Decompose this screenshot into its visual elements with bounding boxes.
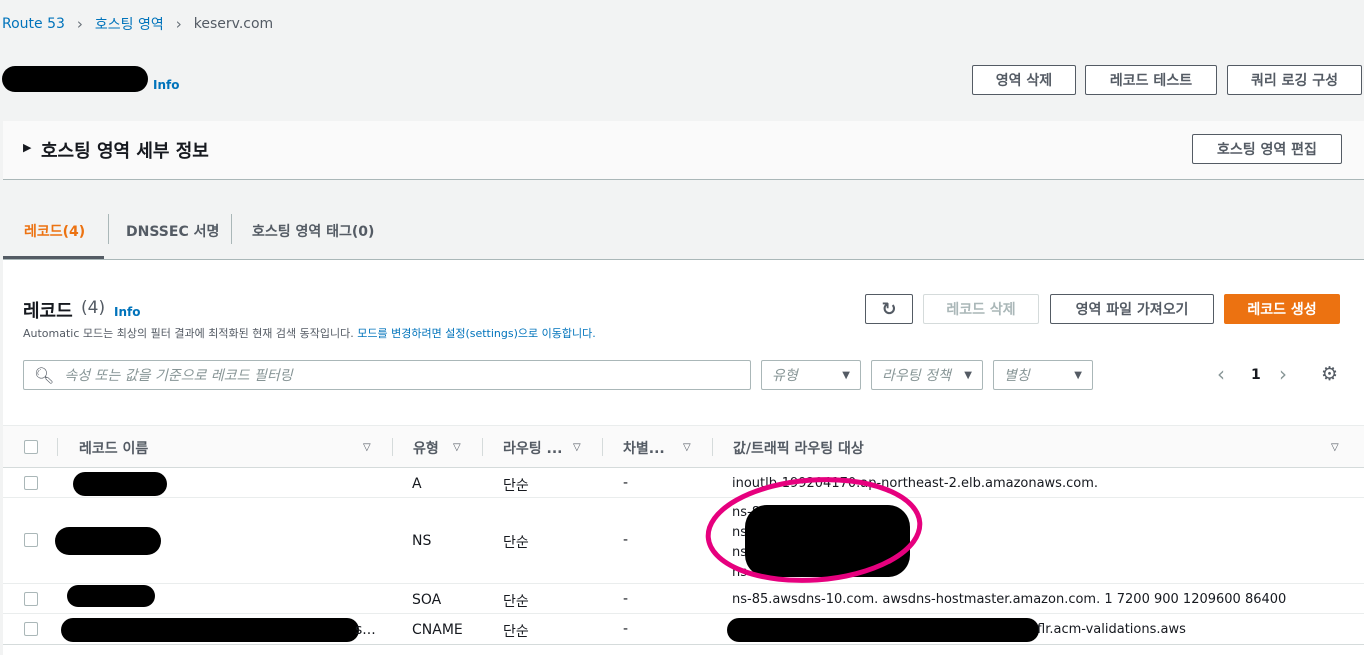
column-divider (482, 438, 483, 456)
tab-divider (108, 214, 109, 244)
column-divider (602, 438, 603, 456)
record-routing: 단순 (503, 594, 529, 610)
breadcrumb-hosted-zones[interactable]: 호스팅 영역 (95, 14, 164, 34)
settings-link[interactable]: 모드를 변경하려면 설정(settings)으로 이동합니다. (357, 327, 595, 340)
records-title: 레코드 (23, 301, 73, 322)
record-routing: 단순 (503, 535, 529, 551)
column-header-name[interactable]: 레코드 이름 (79, 438, 148, 458)
row-checkbox[interactable] (24, 622, 38, 636)
records-panel: 레코드 (4) Info Automatic 모드는 최상의 필터 결과에 최적… (3, 260, 1364, 655)
chevron-right-icon: › (76, 15, 83, 33)
record-name-suffix: s... (355, 622, 376, 638)
record-type: CNAME (412, 622, 463, 638)
table-row[interactable]: SOA 단순 - ns-85.awsdns-10.com. awsdns-hos… (3, 585, 1364, 614)
record-name-redacted (55, 527, 161, 555)
records-description: Automatic 모드는 최상의 필터 결과에 최적화된 현재 검색 동작입니… (23, 325, 596, 341)
hosted-zone-details-panel: ▶ 호스팅 영역 세부 정보 호스팅 영역 편집 (3, 121, 1364, 180)
record-type: SOA (412, 592, 442, 608)
row-checkbox[interactable] (24, 533, 38, 547)
select-all-checkbox[interactable] (24, 440, 38, 454)
create-record-button[interactable]: 레코드 생성 (1224, 294, 1340, 324)
column-divider (712, 438, 713, 456)
tab-bar: 레코드(4) DNSSEC 서명 호스팅 영역 태그(0) (3, 180, 1364, 260)
row-checkbox[interactable] (24, 476, 38, 490)
breadcrumb: Route 53 › 호스팅 영역 › keserv.com (2, 14, 273, 34)
column-divider (392, 438, 393, 456)
record-value: ns-85.awsdns-10.com. awsdns-hostmaster.a… (732, 592, 1287, 607)
sort-caret-icon[interactable]: ▽ (1331, 442, 1339, 453)
annotation-circle (705, 477, 923, 583)
sort-caret-icon[interactable]: ▽ (363, 442, 371, 453)
table-row[interactable]: NS 단순 - ns-85 ns ns ns .org. (3, 499, 1364, 584)
tab-dnssec[interactable]: DNSSEC 서명 (126, 221, 219, 241)
records-description-text: Automatic 모드는 최상의 필터 결과에 최적화된 현재 검색 동작입니… (23, 327, 358, 340)
page-number[interactable]: 1 (1251, 367, 1261, 383)
records-info-link[interactable]: Info (114, 305, 140, 319)
breadcrumb-route53[interactable]: Route 53 (2, 16, 65, 32)
delete-zone-button[interactable]: 영역 삭제 (972, 65, 1076, 95)
caret-down-icon: ▼ (964, 369, 972, 381)
tab-tags[interactable]: 호스팅 영역 태그(0) (252, 221, 374, 241)
chevron-right-icon[interactable]: › (1279, 362, 1287, 386)
table-header: 레코드 이름 ▽ 유형 ▽ 라우팅 ... ▽ 차별... ▽ 값/트래픽 라우… (3, 425, 1364, 468)
record-routing: 단순 (503, 624, 529, 640)
sort-caret-icon[interactable]: ▽ (683, 442, 691, 453)
edit-hosted-zone-button[interactable]: 호스팅 영역 편집 (1192, 134, 1342, 164)
breadcrumb-current: keserv.com (193, 16, 274, 32)
alias-filter-label: 별칭 (1004, 368, 1030, 384)
records-count: (4) (81, 298, 106, 318)
routing-filter-select[interactable]: 라우팅 정책 ▼ (871, 360, 983, 390)
table-row[interactable]: A 단순 - inoutlb-199204170.ap-northeast-2.… (3, 468, 1364, 498)
tab-records[interactable]: 레코드(4) (24, 221, 85, 241)
record-diff: - (623, 591, 629, 607)
info-link[interactable]: Info (153, 78, 179, 92)
chevron-right-icon: › (175, 15, 182, 33)
caret-right-icon[interactable]: ▶ (23, 141, 31, 154)
row-checkbox[interactable] (24, 592, 38, 606)
record-routing: 단순 (503, 478, 529, 494)
type-filter-label: 유형 (772, 368, 798, 384)
search-input[interactable]: 🔍︎ 속성 또는 값을 기준으로 레코드 필터링 (23, 360, 751, 390)
tab-divider (231, 214, 232, 244)
record-value: flr.acm-validations.aws (1037, 622, 1186, 637)
page-title-redacted (2, 66, 148, 92)
import-zone-file-button[interactable]: 영역 파일 가져오기 (1050, 294, 1214, 324)
test-record-button[interactable]: 레코드 테스트 (1085, 65, 1217, 95)
refresh-button[interactable]: ↻ (865, 294, 913, 324)
record-diff: - (623, 621, 629, 637)
delete-record-button[interactable]: 레코드 삭제 (923, 294, 1039, 324)
column-header-type[interactable]: 유형 (413, 438, 439, 458)
record-type: A (412, 476, 422, 492)
record-name-redacted (67, 585, 155, 607)
refresh-icon: ↻ (881, 298, 897, 320)
table-row[interactable]: s... CNAME 단순 - flr.acm-validations.aws (3, 615, 1364, 645)
column-header-value[interactable]: 값/트래픽 라우팅 대상 (733, 438, 864, 458)
chevron-left-icon[interactable]: ‹ (1217, 362, 1225, 386)
alias-filter-select[interactable]: 별칭 ▼ (993, 360, 1093, 390)
column-divider (57, 438, 58, 456)
record-diff: - (623, 532, 629, 548)
caret-down-icon: ▼ (1074, 369, 1082, 381)
search-placeholder: 속성 또는 값을 기준으로 레코드 필터링 (64, 368, 293, 384)
sort-caret-icon[interactable]: ▽ (573, 442, 581, 453)
type-filter-select[interactable]: 유형 ▼ (761, 360, 861, 390)
column-header-differentiator[interactable]: 차별... (623, 438, 665, 458)
search-icon: 🔍︎ (34, 365, 55, 385)
record-type: NS (412, 533, 432, 549)
routing-filter-label: 라우팅 정책 (882, 368, 951, 384)
record-value-redacted (727, 618, 1039, 642)
column-header-routing[interactable]: 라우팅 ... (503, 438, 562, 458)
query-logging-button[interactable]: 쿼리 로깅 구성 (1227, 65, 1362, 95)
record-diff: - (623, 475, 629, 491)
settings-gear-icon[interactable]: ⚙ (1321, 363, 1338, 385)
records-table: 레코드 이름 ▽ 유형 ▽ 라우팅 ... ▽ 차별... ▽ 값/트래픽 라우… (3, 425, 1364, 655)
sort-caret-icon[interactable]: ▽ (453, 442, 461, 453)
tab-active-indicator (3, 256, 104, 259)
record-name-redacted (73, 472, 167, 496)
details-title[interactable]: 호스팅 영역 세부 정보 (41, 137, 209, 163)
caret-down-icon: ▼ (842, 369, 850, 381)
record-name-redacted (61, 618, 359, 642)
